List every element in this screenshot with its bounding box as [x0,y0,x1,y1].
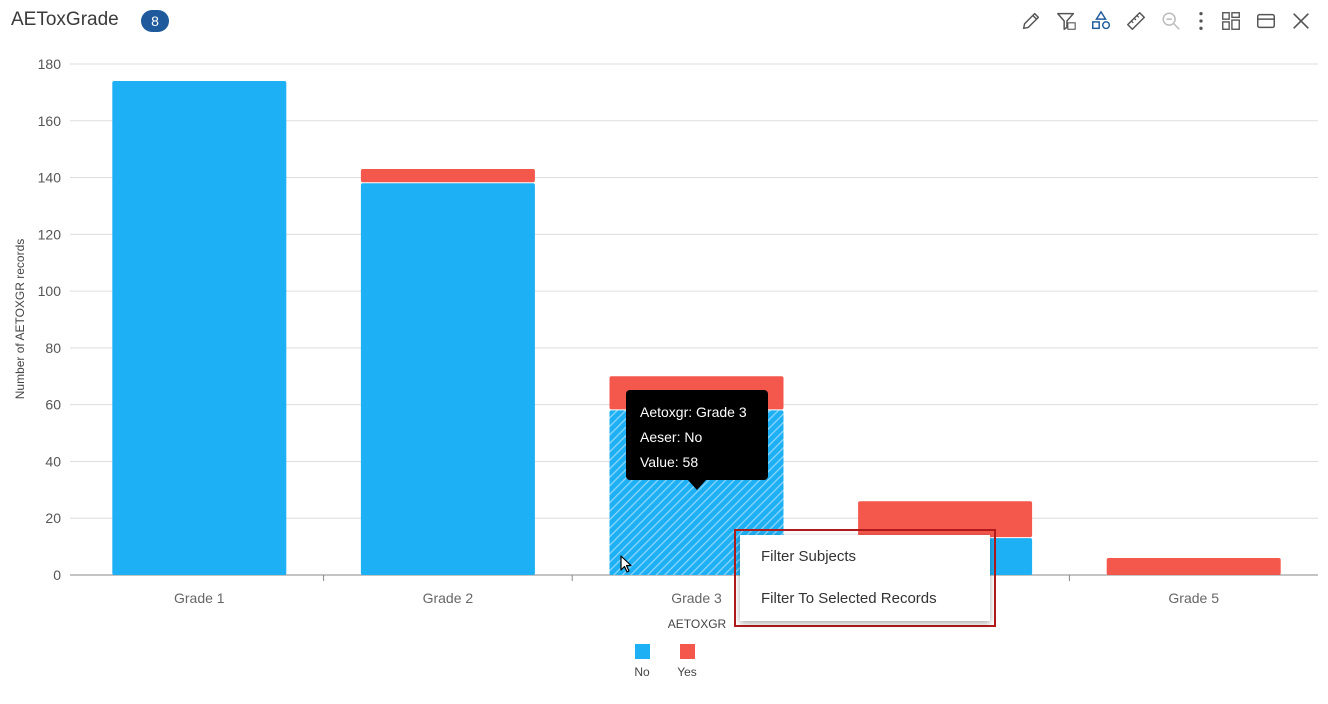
legend-label-yes: Yes [677,665,697,679]
legend-swatch-no [634,644,650,659]
tooltip-category: Aetoxgr: Grade 3 [640,404,747,420]
x-tick-label: Grade 5 [1168,590,1219,606]
y-tick-label: 80 [45,340,61,356]
chart-legend: No Yes [630,644,710,684]
y-tick-label: 100 [38,283,62,299]
legend-label-no: No [634,665,650,679]
x-tick-label: Grade 1 [174,590,225,606]
y-tick-label: 20 [45,510,61,526]
y-tick-label: 140 [38,170,62,186]
bar-no-grade-1[interactable] [112,81,287,576]
tooltip-value: Value: 58 [640,454,699,470]
legend-swatch-yes [679,644,695,659]
legend-item-no[interactable]: No [630,644,654,679]
legend-item-yes[interactable]: Yes [675,644,699,679]
y-tick-label: 160 [38,113,62,129]
y-tick-label: 40 [45,453,61,469]
mouse-cursor-icon [620,555,634,580]
tooltip-series: Aeser: No [640,429,703,445]
y-tick-label: 120 [38,226,62,242]
y-tick-label: 0 [53,567,61,583]
bar-yes-grade-2[interactable] [360,169,535,183]
x-tick-label: Grade 3 [671,590,722,606]
bar-tooltip: Aetoxgr: Grade 3 Aeser: No Value: 58 [626,390,768,490]
bar-yes-grade-5[interactable] [1106,557,1281,575]
y-axis-label: Number of AETOXGR records [13,239,27,400]
x-axis-label: AETOXGR [668,617,727,631]
filter-selected-records-menu-item[interactable]: Filter To Selected Records [740,581,990,617]
bar-no-grade-2[interactable] [360,183,535,575]
y-tick-label: 60 [45,397,61,413]
x-tick-label: Grade 2 [423,590,474,606]
filter-subjects-menu-item[interactable]: Filter Subjects [740,539,990,575]
context-menu: Filter Subjects Filter To Selected Recor… [740,535,990,621]
bar-chart: 0 20 40 60 80 100 120 140 160 180 Grade 1 Grade 2 Gr… [13,56,1318,631]
y-tick-label: 180 [38,56,62,72]
